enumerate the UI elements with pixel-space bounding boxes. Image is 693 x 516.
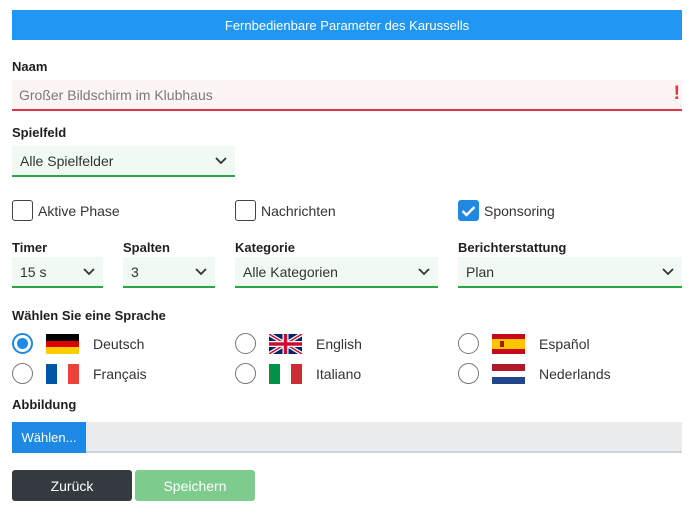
fr-flag-icon [46, 363, 79, 384]
checkbox-box-checked[interactable] [458, 200, 479, 221]
checkbox-label: Nachrichten [261, 202, 336, 219]
language-option-italiano[interactable]: Italiano [235, 363, 361, 384]
es-flag-icon [492, 333, 525, 354]
chevron-down-icon [662, 268, 674, 276]
spielfeld-value: Alle Spielfelder [20, 152, 114, 169]
error-icon: ! [673, 83, 680, 104]
radio[interactable] [235, 333, 256, 354]
language-option-label: Français [93, 365, 147, 382]
checkbox-label: Aktive Phase [38, 202, 120, 219]
checkbox-sponsoring[interactable]: Sponsoring [458, 200, 555, 221]
checkbox-nachrichten[interactable]: Nachrichten [235, 200, 336, 221]
timer-select[interactable]: 15 s [12, 257, 103, 288]
page-title-bar: Fernbedienbare Parameter des Karussells [12, 10, 682, 40]
save-button[interactable]: Speichern [135, 470, 255, 501]
berichterstattung-select[interactable]: Plan [458, 257, 682, 288]
checkbox-box[interactable] [235, 200, 256, 221]
checkbox-aktive-phase[interactable]: Aktive Phase [12, 200, 120, 221]
language-option-label: Nederlands [539, 365, 611, 382]
name-label: Naam [12, 59, 48, 74]
language-label: Wählen Sie eine Sprache [12, 308, 166, 323]
language-option-label: Español [539, 335, 590, 352]
name-placeholder: Großer Bildschirm im Klubhaus [19, 86, 213, 103]
language-option-label: Italiano [316, 365, 362, 382]
chevron-down-icon [215, 157, 227, 165]
choose-file-button[interactable]: Wählen... [12, 422, 86, 453]
radio[interactable] [458, 333, 479, 354]
radio[interactable] [12, 363, 33, 384]
language-option-francais[interactable]: Français [12, 363, 147, 384]
chevron-down-icon [418, 268, 430, 276]
berichterstattung-value: Plan [466, 263, 495, 280]
abbildung-label: Abbildung [12, 397, 77, 412]
radio[interactable] [458, 363, 479, 384]
uk-flag-icon [269, 333, 302, 354]
chevron-down-icon [195, 268, 207, 276]
kategorie-label: Kategorie [235, 240, 295, 255]
spalten-label: Spalten [123, 240, 170, 255]
checkbox-label: Sponsoring [484, 202, 555, 219]
language-option-deutsch[interactable]: Deutsch [12, 333, 144, 354]
checkbox-box[interactable] [12, 200, 33, 221]
nl-flag-icon [492, 363, 525, 384]
spielfeld-select[interactable]: Alle Spielfelder [12, 146, 235, 177]
berichterstattung-label: Berichterstattung [458, 240, 567, 255]
language-option-nederlands[interactable]: Nederlands [458, 363, 611, 384]
it-flag-icon [269, 363, 302, 384]
language-option-label: Deutsch [93, 335, 145, 352]
radio-selected[interactable] [12, 333, 33, 354]
file-input[interactable]: Wählen... [12, 422, 682, 453]
language-option-espanol[interactable]: Español [458, 333, 590, 354]
kategorie-select[interactable]: Alle Kategorien [235, 257, 438, 288]
kategorie-value: Alle Kategorien [243, 263, 338, 280]
de-flag-icon [46, 333, 79, 354]
spielfeld-label: Spielfeld [12, 125, 67, 140]
timer-label: Timer [12, 240, 48, 255]
spalten-value: 3 [131, 263, 139, 280]
chevron-down-icon [83, 268, 95, 276]
page-title: Fernbedienbare Parameter des Karussells [224, 17, 470, 33]
language-option-english[interactable]: English [235, 333, 362, 354]
language-option-label: English [316, 335, 362, 352]
back-button[interactable]: Zurück [12, 470, 132, 501]
spalten-select[interactable]: 3 [123, 257, 215, 288]
checkmark-icon [461, 205, 476, 217]
radio[interactable] [235, 363, 256, 384]
timer-value: 15 s [20, 263, 47, 280]
name-input[interactable]: Großer Bildschirm im Klubhaus ! [12, 80, 682, 111]
